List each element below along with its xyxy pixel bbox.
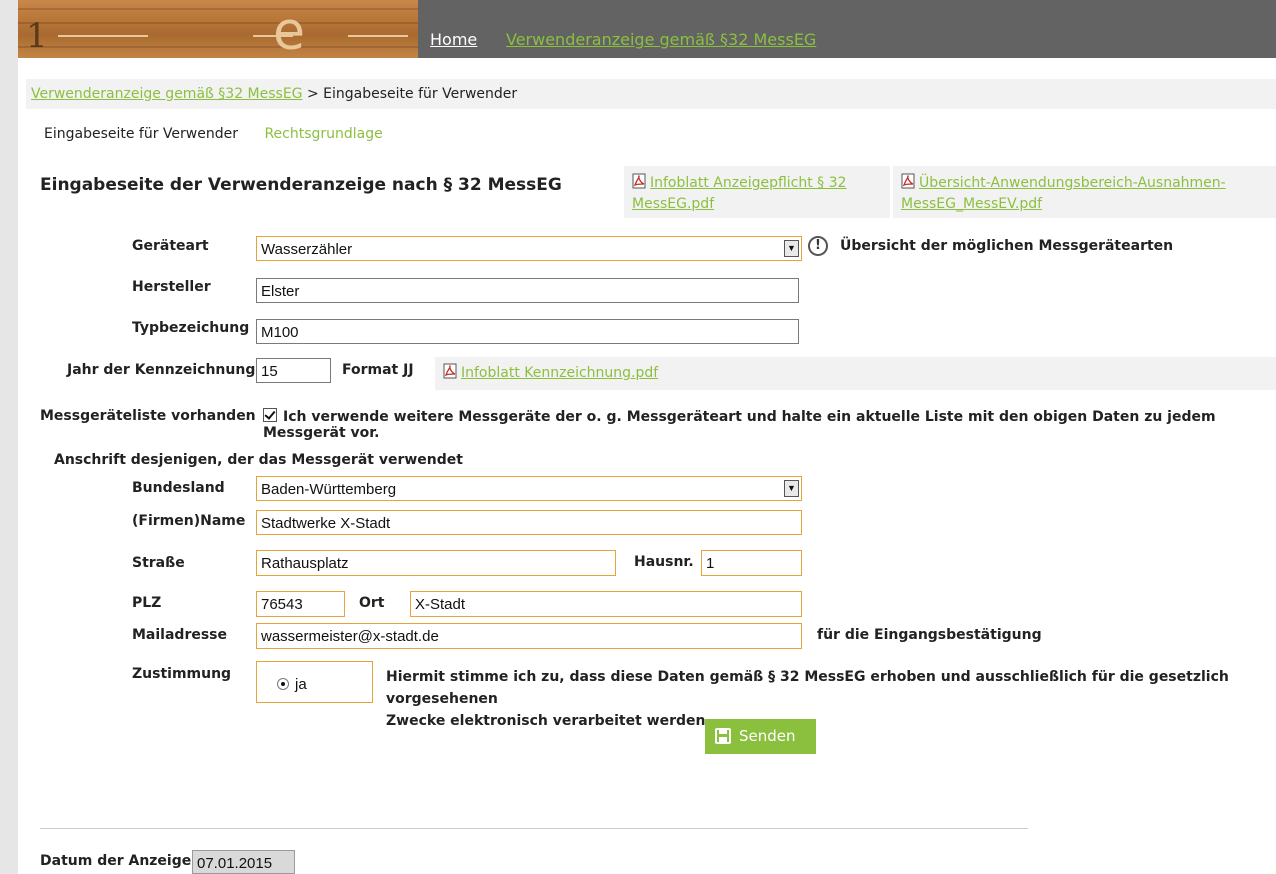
hausnr-label: Hausnr. — [634, 554, 694, 570]
zustimmung-ja-label[interactable]: ja — [295, 676, 307, 693]
jahr-input[interactable]: 15 — [256, 358, 331, 383]
pdf-link-infoblatt[interactable]: Infoblatt Anzeigepflicht § 32 MessEG.pdf — [624, 166, 890, 218]
typbezeichung-input[interactable]: M100 — [256, 319, 799, 344]
zustimmung-label: Zustimmung — [132, 666, 232, 682]
pdf-icon — [632, 173, 646, 189]
bundesland-select[interactable]: Baden-Württemberg ▼ — [256, 476, 802, 501]
strasse-label: Straße — [132, 555, 185, 571]
zustimmung-ja-radio[interactable] — [277, 678, 289, 690]
anschrift-heading: Anschrift desjenigen, der das Messgerät … — [54, 452, 463, 468]
pdf-link-kennzeichnung-text[interactable]: Infoblatt Kennzeichnung.pdf — [461, 365, 658, 381]
geraeteart-value: Wasserzähler — [261, 241, 353, 258]
breadcrumb-separator: > — [306, 86, 319, 102]
pdf-link-infoblatt-line2[interactable]: MessEG.pdf — [632, 196, 714, 212]
submit-button-label: Senden — [739, 727, 796, 745]
mailadresse-input[interactable]: wassermeister@x-stadt.de — [256, 623, 802, 649]
save-disk-icon — [715, 728, 731, 744]
ort-input[interactable]: X-Stadt — [410, 591, 802, 617]
geraeteart-hint[interactable]: Übersicht der möglichen Messgerätearten — [840, 238, 1173, 254]
divider — [40, 828, 1028, 829]
zustimmung-text-line1: Hiermit stimme ich zu, dass diese Daten … — [386, 669, 1229, 707]
datum-input: 07.01.2015 — [192, 850, 295, 874]
breadcrumb-current: Eingabeseite für Verwender — [323, 86, 518, 102]
messgeraeteliste-text: Ich verwende weitere Messgeräte der o. g… — [263, 409, 1216, 441]
pdf-link-uebersicht-line2[interactable]: MessEG_MessEV.pdf — [901, 196, 1042, 212]
nav-verwenderanzeige-link[interactable]: Verwenderanzeige gemäß §32 MessEG — [506, 30, 816, 49]
pdf-link-uebersicht[interactable]: Übersicht-Anwendungsbereich-Ausnahmen- M… — [893, 166, 1276, 218]
top-header: 1 e — [18, 0, 1276, 58]
mailadresse-hint: für die Eingangsbestätigung — [817, 627, 1042, 643]
jahr-format-hint: Format JJ — [342, 362, 414, 378]
hausnr-input[interactable]: 1 — [701, 550, 802, 576]
messgeraeteliste-checkbox[interactable] — [263, 408, 277, 422]
datum-label: Datum der Anzeige — [40, 853, 192, 869]
plz-input[interactable]: 76543 — [256, 591, 345, 617]
zustimmung-box: ja — [256, 661, 373, 703]
firmenname-label: (Firmen)Name — [132, 513, 246, 529]
messgeraeteliste-label: Messgeräteliste vorhanden — [40, 408, 256, 424]
zustimmung-text: Hiermit stimme ich zu, dass diese Daten … — [386, 666, 1276, 732]
ort-label: Ort — [359, 595, 385, 611]
mailadresse-label: Mailadresse — [132, 627, 228, 643]
tab-rechtsgrundlage[interactable]: Rechtsgrundlage — [264, 126, 382, 142]
firmenname-input[interactable]: Stadtwerke X-Stadt — [256, 510, 802, 535]
warning-icon[interactable]: ! — [808, 236, 828, 256]
logo-letter: e — [273, 2, 305, 58]
geraeteart-label: Geräteart — [132, 238, 209, 254]
geraeteart-select[interactable]: Wasserzähler ▼ — [256, 236, 802, 261]
submit-button[interactable]: Senden — [705, 719, 816, 754]
logo-banner: 1 e — [18, 0, 418, 58]
breadcrumb-link[interactable]: Verwenderanzeige gemäß §32 MessEG — [31, 86, 303, 102]
pdf-link-infoblatt-line1[interactable]: Infoblatt Anzeigepflicht § 32 — [650, 175, 846, 191]
hersteller-input[interactable]: Elster — [256, 278, 799, 303]
typbezeichung-label: Typbezeichung — [132, 320, 250, 336]
pdf-link-uebersicht-line1[interactable]: Übersicht-Anwendungsbereich-Ausnahmen- — [919, 175, 1226, 191]
tab-bar: Eingabeseite für Verwender Rechtsgrundla… — [44, 126, 383, 142]
plz-label: PLZ — [132, 595, 162, 611]
page-title: Eingabeseite der Verwenderanzeige nach §… — [40, 175, 562, 195]
bundesland-value: Baden-Württemberg — [261, 481, 397, 498]
bundesland-label: Bundesland — [132, 480, 225, 496]
zustimmung-text-line2: Zwecke elektronisch verarbeitet werden. — [386, 713, 711, 729]
strasse-input[interactable]: Rathausplatz — [256, 550, 616, 576]
chevron-down-icon[interactable]: ▼ — [784, 240, 799, 257]
tab-eingabeseite[interactable]: Eingabeseite für Verwender — [44, 126, 238, 142]
left-edge-bar — [0, 0, 18, 874]
pdf-icon — [443, 363, 457, 379]
pdf-link-kennzeichnung[interactable]: Infoblatt Kennzeichnung.pdf — [435, 357, 1276, 390]
pdf-icon — [901, 173, 915, 189]
hersteller-label: Hersteller — [132, 279, 211, 295]
jahr-label: Jahr der Kennzeichnung — [67, 362, 256, 378]
messgeraeteliste-row: Ich verwende weitere Messgeräte der o. g… — [263, 408, 1276, 441]
nav-home-link[interactable]: Home — [430, 30, 477, 49]
chevron-down-icon[interactable]: ▼ — [784, 480, 799, 497]
logo-number: 1 — [26, 16, 48, 56]
breadcrumb: Verwenderanzeige gemäß §32 MessEG > Eing… — [26, 79, 1276, 109]
